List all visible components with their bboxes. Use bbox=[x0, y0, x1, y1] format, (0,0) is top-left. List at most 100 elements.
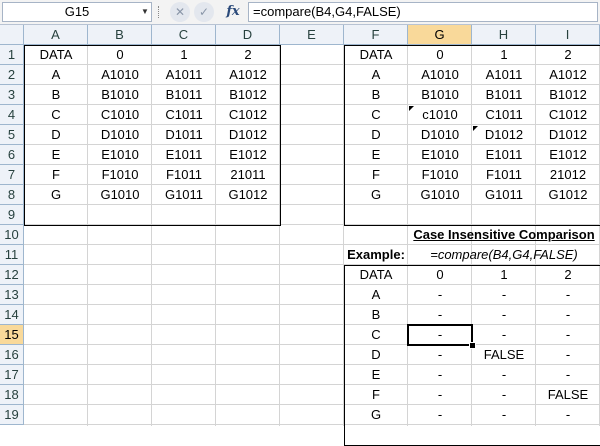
right-table-cell[interactable]: D1010 bbox=[408, 125, 472, 145]
comparison-cell[interactable]: C bbox=[344, 325, 408, 345]
comparison-cell[interactable]: - bbox=[536, 325, 600, 345]
column-header-e[interactable]: E bbox=[280, 25, 344, 45]
comparison-cell[interactable]: - bbox=[408, 305, 472, 325]
comparison-cell[interactable]: - bbox=[536, 285, 600, 305]
chevron-down-icon[interactable]: ▼ bbox=[138, 2, 152, 22]
right-table-cell[interactable]: C1011 bbox=[472, 105, 536, 125]
right-table-cell[interactable]: A bbox=[344, 65, 408, 85]
right-table-cell[interactable]: C bbox=[344, 105, 408, 125]
comparison-cell[interactable]: - bbox=[408, 365, 472, 385]
right-table-cell[interactable]: E bbox=[344, 145, 408, 165]
row-header-1[interactable]: 1 bbox=[0, 45, 24, 65]
name-box[interactable]: G15 bbox=[2, 2, 152, 22]
comparison-header[interactable]: 0 bbox=[408, 265, 472, 285]
right-table-cell[interactable]: G bbox=[344, 185, 408, 205]
left-table-cell[interactable]: B1011 bbox=[152, 85, 216, 105]
right-table-cell[interactable]: A1011 bbox=[472, 65, 536, 85]
left-table-cell[interactable]: E1010 bbox=[88, 145, 152, 165]
row-header-16[interactable]: 16 bbox=[0, 345, 24, 365]
right-table-cell[interactable]: C1012 bbox=[536, 105, 600, 125]
row-header-17[interactable]: 17 bbox=[0, 365, 24, 385]
active-cell-g15[interactable] bbox=[407, 324, 473, 346]
comparison-header[interactable]: 2 bbox=[536, 265, 600, 285]
comparison-cell[interactable]: - bbox=[536, 345, 600, 365]
left-table-cell[interactable]: 21011 bbox=[216, 165, 280, 185]
left-table-cell[interactable]: C bbox=[24, 105, 88, 125]
comparison-cell[interactable]: - bbox=[408, 405, 472, 425]
comparison-cell[interactable]: - bbox=[536, 305, 600, 325]
right-table-cell[interactable]: F1011 bbox=[472, 165, 536, 185]
left-table-header[interactable]: 2 bbox=[216, 45, 280, 65]
row-header-11[interactable]: 11 bbox=[0, 245, 24, 265]
comparison-cell[interactable]: - bbox=[408, 385, 472, 405]
left-table-cell[interactable]: A bbox=[24, 65, 88, 85]
column-header-b[interactable]: B bbox=[88, 25, 152, 45]
comparison-cell[interactable]: - bbox=[408, 285, 472, 305]
right-table-cell[interactable]: G1010 bbox=[408, 185, 472, 205]
comparison-cell[interactable]: B bbox=[344, 305, 408, 325]
column-header-a[interactable]: A bbox=[24, 25, 88, 45]
left-table-cell[interactable]: A1012 bbox=[216, 65, 280, 85]
left-table-cell[interactable]: B1012 bbox=[216, 85, 280, 105]
comparison-cell[interactable]: - bbox=[472, 325, 536, 345]
row-header-9[interactable]: 9 bbox=[0, 205, 24, 225]
column-header-h[interactable]: H bbox=[472, 25, 536, 45]
fill-handle[interactable] bbox=[469, 342, 476, 349]
right-table-cell[interactable]: D1012 bbox=[472, 125, 536, 145]
comparison-cell[interactable]: G bbox=[344, 405, 408, 425]
row-header-13[interactable]: 13 bbox=[0, 285, 24, 305]
right-table-cell[interactable]: B1011 bbox=[472, 85, 536, 105]
comparison-cell[interactable]: FALSE bbox=[536, 385, 600, 405]
right-table-cell[interactable]: A1010 bbox=[408, 65, 472, 85]
left-table-cell[interactable]: G1011 bbox=[152, 185, 216, 205]
left-table-cell[interactable]: E1011 bbox=[152, 145, 216, 165]
right-table-cell[interactable]: B1012 bbox=[536, 85, 600, 105]
formula-bar-splitter[interactable] bbox=[158, 6, 162, 18]
right-table-header[interactable]: 0 bbox=[408, 45, 472, 65]
left-table-cell[interactable]: D bbox=[24, 125, 88, 145]
left-table-cell[interactable]: G1012 bbox=[216, 185, 280, 205]
check-icon[interactable]: ✓ bbox=[194, 2, 214, 22]
comparison-cell[interactable]: FALSE bbox=[472, 345, 536, 365]
column-header-c[interactable]: C bbox=[152, 25, 216, 45]
left-table-cell[interactable]: G bbox=[24, 185, 88, 205]
left-table-cell[interactable]: A1011 bbox=[152, 65, 216, 85]
row-header-15[interactable]: 15 bbox=[0, 325, 24, 345]
left-table-cell[interactable]: G1010 bbox=[88, 185, 152, 205]
row-header-19[interactable]: 19 bbox=[0, 405, 24, 425]
comparison-cell[interactable]: - bbox=[408, 345, 472, 365]
comparison-cell[interactable]: - bbox=[536, 365, 600, 385]
right-table-cell[interactable]: B bbox=[344, 85, 408, 105]
left-table-cell[interactable]: E1012 bbox=[216, 145, 280, 165]
comparison-cell[interactable]: D bbox=[344, 345, 408, 365]
row-header-3[interactable]: 3 bbox=[0, 85, 24, 105]
right-table-cell[interactable]: D bbox=[344, 125, 408, 145]
left-table-cell[interactable]: E bbox=[24, 145, 88, 165]
right-table-header[interactable]: 1 bbox=[472, 45, 536, 65]
comparison-cell[interactable]: - bbox=[472, 365, 536, 385]
right-table-cell[interactable]: G1011 bbox=[472, 185, 536, 205]
right-table-cell[interactable]: F bbox=[344, 165, 408, 185]
right-table-cell[interactable]: G1012 bbox=[536, 185, 600, 205]
left-table-cell[interactable]: C1012 bbox=[216, 105, 280, 125]
right-table-cell[interactable]: 21012 bbox=[536, 165, 600, 185]
fx-icon[interactable]: fx bbox=[220, 2, 246, 22]
right-table-cell[interactable]: c1010 bbox=[408, 105, 472, 125]
comparison-header[interactable]: 1 bbox=[472, 265, 536, 285]
column-header-f[interactable]: F bbox=[344, 25, 408, 45]
comparison-cell[interactable]: E bbox=[344, 365, 408, 385]
right-table-cell[interactable]: F1010 bbox=[408, 165, 472, 185]
left-table-cell[interactable]: F bbox=[24, 165, 88, 185]
left-table-cell[interactable]: A1010 bbox=[88, 65, 152, 85]
column-header-i[interactable]: I bbox=[536, 25, 600, 45]
row-header-14[interactable]: 14 bbox=[0, 305, 24, 325]
right-table-cell[interactable]: A1012 bbox=[536, 65, 600, 85]
left-table-header[interactable]: 1 bbox=[152, 45, 216, 65]
right-table-cell[interactable]: E1012 bbox=[536, 145, 600, 165]
left-table-cell[interactable]: F1010 bbox=[88, 165, 152, 185]
comparison-cell[interactable]: A bbox=[344, 285, 408, 305]
right-table-header[interactable]: 2 bbox=[536, 45, 600, 65]
row-header-10[interactable]: 10 bbox=[0, 225, 24, 245]
comparison-cell[interactable]: - bbox=[472, 385, 536, 405]
row-header-18[interactable]: 18 bbox=[0, 385, 24, 405]
